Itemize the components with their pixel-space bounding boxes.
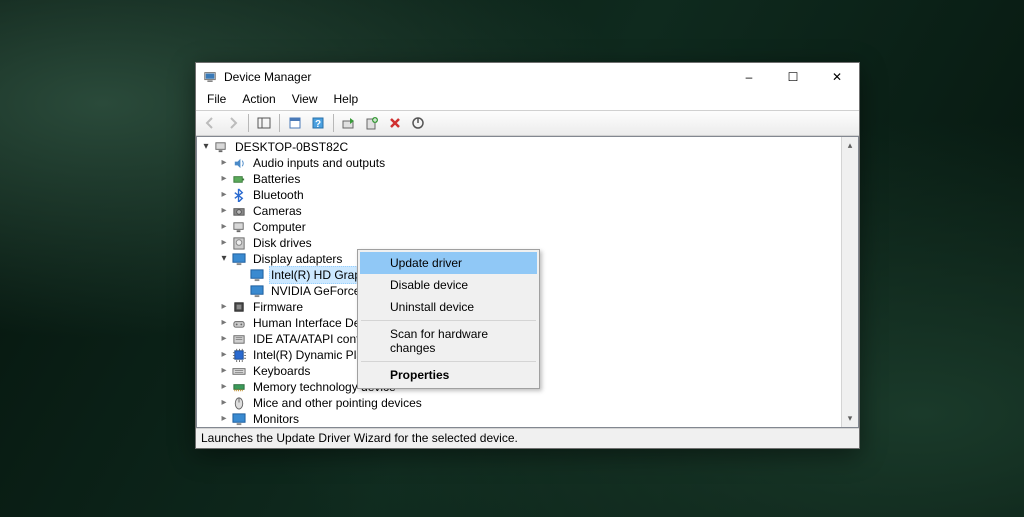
tree-item-label: Mice and other pointing devices xyxy=(251,395,424,411)
show-hide-tree-button[interactable] xyxy=(253,112,275,134)
ctx-update-driver[interactable]: Update driver xyxy=(360,252,537,274)
app-icon xyxy=(202,69,218,85)
tree-item-label: Bluetooth xyxy=(251,187,306,203)
keyboard-icon xyxy=(231,363,247,379)
menu-action[interactable]: Action xyxy=(235,91,282,109)
tree-item-label: DESKTOP-0BST82C xyxy=(233,139,350,155)
scan-hardware-button[interactable] xyxy=(361,112,383,134)
ctx-uninstall-device[interactable]: Uninstall device xyxy=(360,296,537,318)
tree-item[interactable]: Bluetooth xyxy=(199,187,841,203)
menu-view[interactable]: View xyxy=(285,91,325,109)
expand-icon[interactable] xyxy=(217,203,231,219)
tree-item-label: Keyboards xyxy=(251,363,312,379)
expand-icon[interactable] xyxy=(217,331,231,347)
expand-icon[interactable] xyxy=(217,155,231,171)
tree-item-label: Computer xyxy=(251,219,308,235)
tree-item[interactable]: Audio inputs and outputs xyxy=(199,155,841,171)
expand-icon[interactable] xyxy=(217,395,231,411)
tree-item-label: Cameras xyxy=(251,203,304,219)
menu-file[interactable]: File xyxy=(200,91,233,109)
vertical-scrollbar[interactable]: ▴ ▾ xyxy=(841,137,858,427)
expand-icon[interactable] xyxy=(217,171,231,187)
expand-icon[interactable] xyxy=(217,379,231,395)
ctx-disable-device[interactable]: Disable device xyxy=(360,274,537,296)
tree-item[interactable]: Computer xyxy=(199,219,841,235)
ctx-separator xyxy=(361,361,536,362)
update-driver-button[interactable] xyxy=(338,112,360,134)
close-button[interactable]: ✕ xyxy=(815,63,859,91)
tree-item-label: Batteries xyxy=(251,171,302,187)
firmware-icon xyxy=(231,299,247,315)
expand-icon[interactable] xyxy=(217,315,231,331)
toolbar: ? xyxy=(196,110,859,136)
display-icon xyxy=(231,411,247,427)
expand-icon[interactable] xyxy=(199,139,213,155)
display-icon xyxy=(249,283,265,299)
expand-icon[interactable] xyxy=(217,219,231,235)
window-title: Device Manager xyxy=(224,70,727,84)
tree-item[interactable]: Mice and other pointing devices xyxy=(199,395,841,411)
expand-icon[interactable] xyxy=(217,347,231,363)
uninstall-button[interactable] xyxy=(384,112,406,134)
svg-text:?: ? xyxy=(315,119,321,130)
memory-icon xyxy=(231,379,247,395)
tree-item-label: Disk drives xyxy=(251,235,314,251)
ide-icon xyxy=(231,331,247,347)
status-bar: Launches the Update Driver Wizard for th… xyxy=(196,428,859,448)
tree-item-label: Display adapters xyxy=(251,251,344,267)
expand-icon[interactable] xyxy=(217,299,231,315)
toolbar-separator xyxy=(248,114,249,132)
computer-icon xyxy=(213,139,229,155)
tree-item-label: Firmware xyxy=(251,299,305,315)
menubar: File Action View Help xyxy=(196,91,859,110)
expand-icon[interactable] xyxy=(217,411,231,427)
ctx-scan-hardware[interactable]: Scan for hardware changes xyxy=(360,323,537,359)
bluetooth-icon xyxy=(231,187,247,203)
tree-item-label: Monitors xyxy=(251,411,301,427)
tree-item[interactable]: Cameras xyxy=(199,203,841,219)
scroll-up-button[interactable]: ▴ xyxy=(842,137,858,154)
audio-icon xyxy=(231,155,247,171)
titlebar[interactable]: Device Manager – ☐ ✕ xyxy=(196,63,859,91)
disk-icon xyxy=(231,235,247,251)
display-icon xyxy=(231,251,247,267)
expand-icon[interactable] xyxy=(217,363,231,379)
mouse-icon xyxy=(231,395,247,411)
toolbar-separator xyxy=(279,114,280,132)
display-icon xyxy=(249,267,265,283)
expand-icon[interactable] xyxy=(217,187,231,203)
disable-button[interactable] xyxy=(407,112,429,134)
properties-button[interactable] xyxy=(284,112,306,134)
context-menu: Update driver Disable device Uninstall d… xyxy=(357,249,540,389)
back-button xyxy=(199,112,221,134)
expand-icon[interactable] xyxy=(217,251,231,267)
tree-item[interactable]: Monitors xyxy=(199,411,841,427)
toolbar-separator xyxy=(333,114,334,132)
tree-item[interactable]: DESKTOP-0BST82C xyxy=(199,139,841,155)
tree-item-label: Audio inputs and outputs xyxy=(251,155,387,171)
menu-help[interactable]: Help xyxy=(327,91,366,109)
hid-icon xyxy=(231,315,247,331)
window-controls: – ☐ ✕ xyxy=(727,63,859,91)
ctx-properties[interactable]: Properties xyxy=(360,364,537,386)
help-button[interactable]: ? xyxy=(307,112,329,134)
tree-item[interactable]: Batteries xyxy=(199,171,841,187)
camera-icon xyxy=(231,203,247,219)
expand-icon[interactable] xyxy=(217,235,231,251)
forward-button xyxy=(222,112,244,134)
minimize-button[interactable]: – xyxy=(727,63,771,91)
computer-icon xyxy=(231,219,247,235)
battery-icon xyxy=(231,171,247,187)
maximize-button[interactable]: ☐ xyxy=(771,63,815,91)
scroll-down-button[interactable]: ▾ xyxy=(842,410,858,427)
chip-icon xyxy=(231,347,247,363)
ctx-separator xyxy=(361,320,536,321)
